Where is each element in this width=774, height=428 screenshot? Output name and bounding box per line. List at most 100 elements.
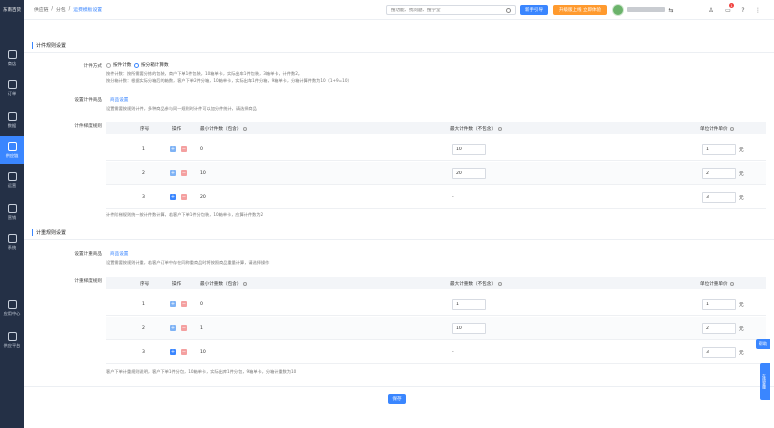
sidebar-item-marketing[interactable]: 营销 bbox=[0, 198, 24, 226]
price-input[interactable] bbox=[702, 192, 736, 203]
sidebar-item-apps[interactable]: 应用中心 bbox=[0, 294, 24, 322]
tag-icon bbox=[7, 203, 17, 213]
add-row-button[interactable]: + bbox=[170, 349, 176, 355]
chart-icon bbox=[7, 111, 17, 121]
delete-row-button[interactable]: − bbox=[181, 301, 187, 307]
add-row-button[interactable]: + bbox=[170, 170, 176, 176]
weight-goods-label: 设置计重商品 bbox=[74, 252, 102, 257]
table-row: 3 + − 20 - 元 bbox=[106, 186, 766, 209]
upgrade-button[interactable]: 升级版上线 立即体验 bbox=[553, 5, 607, 15]
goods-desc: 设置需要按规则计件，多种商品参与同一规则时计件可以加分件统计，请选择商品 bbox=[106, 106, 257, 111]
th-price: 单位计件单价 bbox=[700, 126, 734, 132]
sidebar-item-order[interactable]: 订单 bbox=[0, 74, 24, 102]
breadcrumb-item[interactable]: 供应链 bbox=[34, 6, 48, 13]
delete-row-button[interactable]: − bbox=[181, 349, 187, 355]
delete-row-button[interactable]: − bbox=[181, 146, 187, 152]
user-icon[interactable]: ♙ bbox=[707, 6, 715, 14]
sidebar-item-shop[interactable]: 商店 bbox=[0, 44, 24, 72]
divider bbox=[24, 52, 774, 53]
th-price: 单位计重单价 bbox=[700, 281, 734, 287]
help-float-button[interactable]: 帮助 bbox=[756, 339, 770, 349]
search-input[interactable] bbox=[391, 7, 501, 13]
table-row: 3 + − 10 - 元 bbox=[106, 341, 766, 364]
help-icon bbox=[729, 126, 734, 131]
th-op: 操作 bbox=[172, 127, 182, 132]
add-row-button[interactable]: + bbox=[170, 194, 176, 200]
section-title-piece: 计件规则设置 bbox=[32, 42, 66, 49]
avatar[interactable] bbox=[612, 4, 624, 16]
search-icon[interactable] bbox=[506, 8, 511, 13]
sidebar-item-ops[interactable]: 运营 bbox=[0, 166, 24, 194]
top-header: 供应链 / 分包 / 运费模板设置 新手引导 升级版上线 立即体验 ⇆ ♙ ▭ … bbox=[24, 0, 774, 20]
guide-button[interactable]: 新手引导 bbox=[520, 5, 548, 15]
price-input[interactable] bbox=[702, 144, 736, 155]
sidebar: 东南百货 商店 订单 数据 供应链 运营 营销 系统 应用中心 供应平台 bbox=[0, 0, 24, 428]
sidebar-logo: 东南百货 bbox=[3, 8, 21, 13]
add-row-button[interactable]: + bbox=[170, 146, 176, 152]
sidebar-item-supply[interactable]: 供应链 bbox=[0, 136, 24, 164]
th-max: 最大计重数（不包含） bbox=[450, 281, 502, 287]
max-input[interactable] bbox=[452, 323, 486, 334]
radio-by-piece[interactable]: 按件计数 bbox=[106, 62, 131, 68]
goods-setting-link[interactable]: 商品设置 bbox=[110, 97, 128, 103]
radio-by-box[interactable]: 按分箱计算数 bbox=[134, 62, 169, 68]
customer-service-float[interactable]: 在线客服 bbox=[760, 363, 770, 400]
breadcrumb: 供应链 / 分包 / 运费模板设置 bbox=[34, 6, 103, 13]
price-input[interactable] bbox=[702, 347, 736, 358]
max-input[interactable] bbox=[452, 299, 486, 310]
help-icon bbox=[243, 126, 248, 131]
section-title-weight: 计重规则设置 bbox=[32, 229, 66, 236]
search-box[interactable] bbox=[386, 5, 516, 15]
apps-icon bbox=[7, 299, 17, 309]
rule-label: 计件梯度规则 bbox=[74, 124, 102, 129]
shop-name[interactable] bbox=[627, 7, 665, 12]
max-input[interactable] bbox=[452, 144, 486, 155]
chevron-down-icon[interactable]: ⇆ bbox=[667, 6, 675, 14]
price-input[interactable] bbox=[702, 168, 736, 179]
notification-badge: 1 bbox=[729, 3, 734, 8]
divider bbox=[24, 239, 774, 240]
method-desc-1: 按件计数：按所需要分拣的包装，商户下单1件包装，10箱单卡，实际出车1件包装，3… bbox=[106, 71, 303, 76]
delete-row-button[interactable]: − bbox=[181, 170, 187, 176]
th-op: 操作 bbox=[172, 282, 182, 287]
breadcrumb-current: 运费模板设置 bbox=[73, 8, 103, 13]
sidebar-item-platform[interactable]: 供应平台 bbox=[0, 326, 24, 354]
save-button[interactable]: 保存 bbox=[388, 394, 406, 404]
method-desc-2: 按分箱计数：根据实际分箱后的箱数，客户下单2件分箱，10箱单卡，实际出车1件分箱… bbox=[106, 78, 352, 83]
help-icon bbox=[497, 281, 502, 286]
puzzle-icon bbox=[7, 171, 17, 181]
th-no: 序号 bbox=[140, 282, 150, 287]
footer-divider bbox=[24, 386, 774, 387]
weight-rule-label: 计重梯度规则 bbox=[74, 279, 102, 284]
delete-row-button[interactable]: − bbox=[181, 325, 187, 331]
weight-goods-desc: 设置需要按规则计重，若客户订单中存在同称重商品时将按照商品重量计算，请选择操作 bbox=[106, 260, 270, 265]
th-no: 序号 bbox=[140, 127, 150, 132]
max-input[interactable] bbox=[452, 168, 486, 179]
add-row-button[interactable]: + bbox=[170, 325, 176, 331]
radio-circle[interactable] bbox=[106, 62, 111, 68]
more-icon[interactable]: ⋮ bbox=[754, 6, 762, 14]
table-header: 序号 操作 最小计件数（包含） 最大计件数（不包含） 单位计件单价 bbox=[106, 122, 766, 134]
delete-row-button[interactable]: − bbox=[181, 194, 187, 200]
sidebar-item-system[interactable]: 系统 bbox=[0, 228, 24, 256]
platform-icon bbox=[7, 331, 17, 341]
main-content: 计件规则设置 计件方式 按件计数 按分箱计算数 按件计数：按所需要分拣的包装，商… bbox=[24, 20, 774, 428]
price-input[interactable] bbox=[702, 299, 736, 310]
table-row: 1 + − 0 元 bbox=[106, 293, 766, 316]
weight-goods-link[interactable]: 商品设置 bbox=[110, 251, 128, 257]
radio-circle-checked[interactable] bbox=[134, 62, 139, 68]
add-row-button[interactable]: + bbox=[170, 301, 176, 307]
goods-label: 设置计件商品 bbox=[74, 98, 102, 103]
supply-icon bbox=[7, 141, 17, 151]
piece-footnote: 计件阶梯规则统一按计件数计算，若客户下单1件分包装，10箱单卡，应算计件数为2 bbox=[106, 212, 264, 217]
sidebar-item-data[interactable]: 数据 bbox=[0, 106, 24, 134]
table-row: 1 + − 0 元 bbox=[106, 138, 766, 161]
th-min: 最小计件数（包含） bbox=[200, 126, 248, 132]
price-input[interactable] bbox=[702, 323, 736, 334]
shop-icon bbox=[7, 49, 17, 59]
method-label: 计件方式 bbox=[83, 64, 102, 69]
breadcrumb-item[interactable]: 分包 bbox=[56, 6, 66, 13]
piece-rule-table: 序号 操作 最小计件数（包含） 最大计件数（不包含） 单位计件单价 1 + − … bbox=[106, 122, 766, 210]
help-circle-icon[interactable]: ? bbox=[739, 6, 747, 14]
help-icon bbox=[243, 281, 248, 286]
